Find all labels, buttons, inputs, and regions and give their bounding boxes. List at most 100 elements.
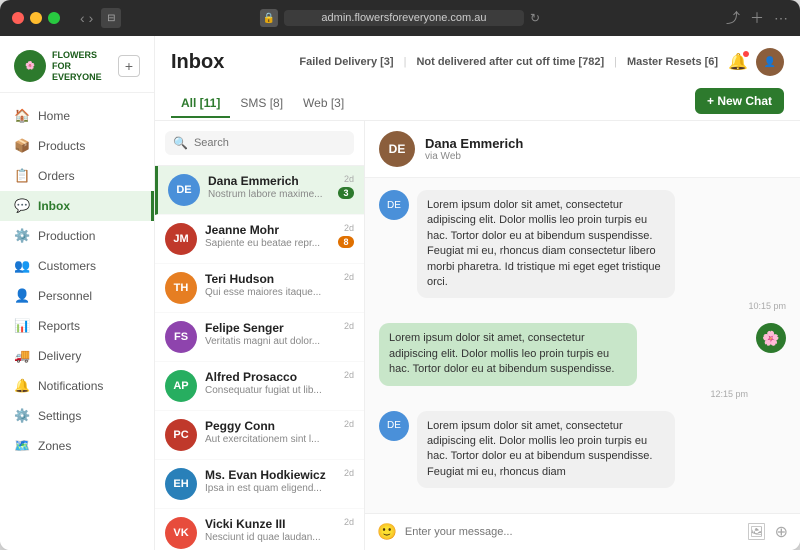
chat-meta: 2d 3 [338,174,354,199]
chat-item[interactable]: PC Peggy Conn Aut exercitationem sint l.… [155,411,364,460]
sidebar-logo: 🌸 FLOWERS FOR EVERYONE + [0,36,154,93]
delivery-icon: 🚚 [14,348,30,364]
chat-item[interactable]: EH Ms. Evan Hodkiewicz Ipsa in est quam … [155,460,364,509]
sidebar-item-reports[interactable]: 📊 Reports [0,311,154,341]
url-text[interactable]: admin.flowersforeveryone.com.au [284,10,524,26]
customers-icon: 👥 [14,258,30,274]
chat-badge: 8 [338,236,354,248]
chat-item[interactable]: FS Felipe Senger Veritatis magni aut dol… [155,313,364,362]
nav-forward-icon[interactable]: › [89,10,94,26]
chat-info: Vicki Kunze III Nesciunt id quae laudan.… [205,517,340,543]
badge-sep-1: | [404,56,407,68]
chat-time: 2d [344,517,354,527]
titlebar-actions: ⤴ ＋ ⋯ [726,8,788,28]
message-avatar: DE [379,411,409,441]
sidebar-item-products[interactable]: 📦 Products [0,131,154,161]
message-avatar: DE [379,190,409,220]
sidebar-item-personnel[interactable]: 👤 Personnel [0,281,154,311]
minimize-button[interactable] [30,12,42,24]
avatar: DE [168,174,200,206]
sidebar-toggle-icon[interactable]: ⊟ [101,8,121,28]
chat-time: 2d [344,321,354,331]
chat-message-input[interactable] [405,526,738,538]
chat-name: Alfred Prosacco [205,370,340,384]
chat-meta: 2d [344,517,354,527]
chat-item[interactable]: JM Jeanne Mohr Sapiente eu beatae repr..… [155,215,364,264]
maximize-button[interactable] [48,12,60,24]
avatar: JM [165,223,197,255]
content-area: 🔍 DE Dana Emmerich Nostrum labore maxime… [155,121,800,550]
sidebar-item-zones[interactable]: 🗺️ Zones [0,431,154,461]
chat-item[interactable]: TH Teri Hudson Qui esse maiores itaque..… [155,264,364,313]
new-chat-button[interactable]: + New Chat [695,88,784,114]
search-box: 🔍 [155,121,364,166]
main-header: Inbox Failed Delivery [3] | Not delivere… [155,36,800,121]
chat-preview: Sapiente eu beatae repr... [205,238,334,249]
chat-input-area: 🙂 🖼 ⊕ [365,513,800,550]
chat-messages: DE Lorem ipsum dolor sit amet, consectet… [365,178,800,513]
chat-list: 🔍 DE Dana Emmerich Nostrum labore maxime… [155,121,365,550]
image-upload-button[interactable]: 🖼 [746,522,766,542]
chat-time: 2d [344,419,354,429]
chat-meta: 2d 8 [338,223,354,248]
chat-preview: Ipsa in est quam eligend... [205,483,340,494]
chat-meta: 2d [344,468,354,478]
failed-delivery-badge[interactable]: Failed Delivery [3] [299,56,393,68]
chat-item[interactable]: AP Alfred Prosacco Consequatur fugiat ut… [155,362,364,411]
avatar: TH [165,272,197,304]
sidebar-item-inbox[interactable]: 💬 Inbox [0,191,154,221]
sidebar-item-production[interactable]: ⚙️ Production [0,221,154,251]
sidebar-item-customers[interactable]: 👥 Customers [0,251,154,281]
bell-icon[interactable]: 🔔 [728,52,748,72]
reload-icon[interactable]: ↻ [530,11,540,25]
chat-meta: 2d [344,370,354,380]
emoji-button[interactable]: 🙂 [377,522,397,542]
sidebar-item-orders[interactable]: 📋 Orders [0,161,154,191]
app-body: 🌸 FLOWERS FOR EVERYONE + 🏠 Home 📦 Produc… [0,36,800,550]
menu-icon[interactable]: ⋯ [774,10,788,27]
master-resets-badge[interactable]: Master Resets [6] [627,56,718,68]
message-row: DE Lorem ipsum dolor sit amet, consectet… [379,411,786,489]
sidebar-item-notifications[interactable]: 🔔 Notifications [0,371,154,401]
sidebar-expand-button[interactable]: + [118,55,140,77]
message-row: DE Lorem ipsum dolor sit amet, consectet… [379,190,786,311]
chat-name: Dana Emmerich [208,174,334,188]
chat-info: Jeanne Mohr Sapiente eu beatae repr... [205,223,334,249]
sidebar-item-settings[interactable]: ⚙️ Settings [0,401,154,431]
user-avatar[interactable]: 👤 [756,48,784,76]
tab-web[interactable]: Web [3] [293,90,354,118]
chat-name: Teri Hudson [205,272,340,286]
production-icon: ⚙️ [14,228,30,244]
not-delivered-badge[interactable]: Not delivered after cut off time [782] [416,56,604,68]
search-input[interactable] [194,137,346,149]
chat-item[interactable]: VK Vicki Kunze III Nesciunt id quae laud… [155,509,364,550]
settings-icon: ⚙️ [14,408,30,424]
home-icon: 🏠 [14,108,30,124]
app-window: ‹ › ⊟ 🔒 admin.flowersforeveryone.com.au … [0,0,800,550]
chat-item[interactable]: DE Dana Emmerich Nostrum labore maxime..… [155,166,364,215]
send-button[interactable]: ⊕ [775,522,788,542]
search-icon: 🔍 [173,136,188,150]
chat-input-row: 🙂 🖼 ⊕ [377,522,788,542]
chat-name: Vicki Kunze III [205,517,340,531]
sidebar-item-delivery[interactable]: 🚚 Delivery [0,341,154,371]
tab-sms[interactable]: SMS [8] [230,90,293,118]
chat-panel-info: Dana Emmerich via Web [425,136,523,162]
nav-back-icon[interactable]: ‹ [80,10,85,26]
chat-info: Teri Hudson Qui esse maiores itaque... [205,272,340,298]
message-bubble: Lorem ipsum dolor sit amet, consectetur … [417,190,786,311]
zones-icon: 🗺️ [14,438,30,454]
close-button[interactable] [12,12,24,24]
chat-info: Ms. Evan Hodkiewicz Ipsa in est quam eli… [205,468,340,494]
add-tab-icon[interactable]: ＋ [750,8,764,28]
share-icon[interactable]: ⤴ [726,8,740,28]
message-time: 12:15 pm [379,389,748,399]
tab-all[interactable]: All [11] [171,90,230,118]
sidebar-item-home[interactable]: 🏠 Home [0,101,154,131]
chat-time: 2d [344,370,354,380]
reports-icon: 📊 [14,318,30,334]
chat-name: Ms. Evan Hodkiewicz [205,468,340,482]
message-bubble: Lorem ipsum dolor sit amet, consectetur … [379,323,748,398]
chat-panel-avatar: DE [379,131,415,167]
logo-text: FLOWERS FOR EVERYONE [52,50,102,82]
